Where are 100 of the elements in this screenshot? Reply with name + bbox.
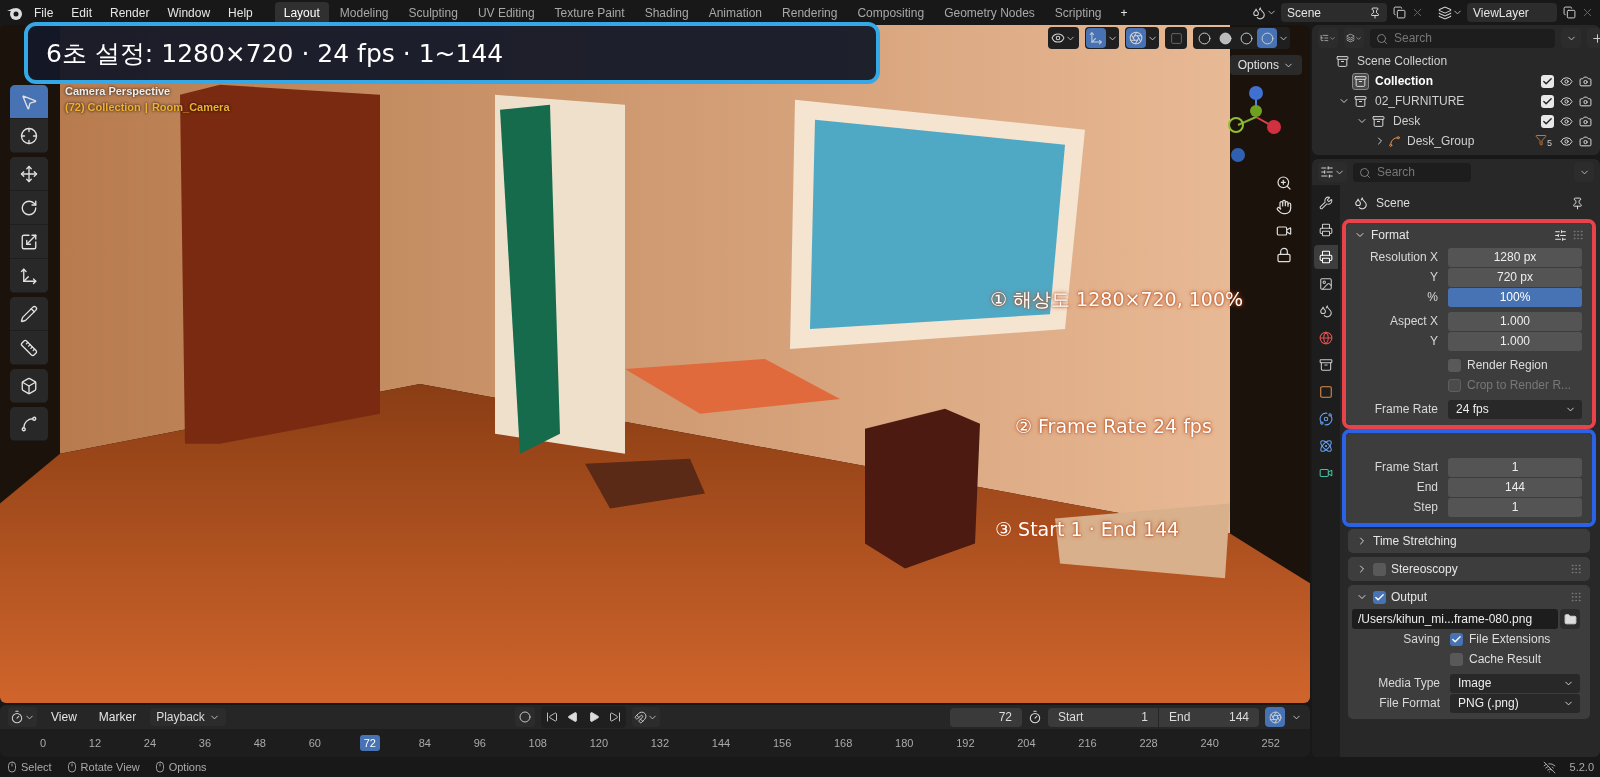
menu-item[interactable]: Render: [102, 2, 158, 23]
outliner-item-name: Scene Collection: [1357, 54, 1449, 68]
menu-item[interactable]: File: [26, 2, 62, 23]
layers-icon: [1346, 31, 1355, 45]
caption-banner: 6초 설정: 1280×720 · 24 fps · 1~144: [24, 22, 880, 84]
checkmark-icon: [1451, 633, 1462, 645]
frame-number: 60: [307, 736, 322, 751]
drag-handle-icon: [1572, 229, 1584, 241]
panel-title[interactable]: Output: [1391, 590, 1565, 604]
sphere-icon: [1218, 31, 1232, 45]
add-workspace-button[interactable]: +: [1112, 2, 1136, 23]
slider-field[interactable]: 100%: [1448, 287, 1582, 307]
workspace-tab[interactable]: UV Editing: [468, 1, 544, 24]
checkbox[interactable]: [1450, 632, 1463, 646]
move-tool[interactable]: [10, 157, 48, 191]
workspace-tab[interactable]: Scripting: [1045, 1, 1111, 24]
workspace-tab[interactable]: Animation: [699, 1, 772, 24]
checkbox[interactable]: [1450, 652, 1463, 666]
dropdown[interactable]: 24 fps: [1448, 399, 1582, 419]
scene-icon: [1252, 5, 1266, 20]
checkbox[interactable]: [1373, 562, 1386, 576]
search-field[interactable]: Search: [1353, 162, 1471, 182]
workspace-tab[interactable]: Geometry Nodes: [935, 1, 1044, 24]
number-field[interactable]: 1.000: [1448, 331, 1582, 351]
copy-icon: [1562, 6, 1576, 19]
scale-icon: [20, 232, 38, 251]
number-field[interactable]: 1: [1448, 497, 1582, 517]
outliner-row[interactable]: Desk: [1312, 111, 1600, 131]
timeline-overlay-button[interactable]: [1265, 707, 1285, 727]
number-field[interactable]: 1: [1448, 457, 1582, 477]
field-label: Y: [1429, 270, 1438, 284]
outliner-row[interactable]: Scene Collection: [1312, 51, 1600, 71]
visibility-eye-icon: [1560, 94, 1573, 108]
mouse-icon: [65, 761, 78, 773]
world-icon: [1319, 331, 1333, 345]
exclude-checkbox[interactable]: [1541, 94, 1554, 108]
annotate-tool[interactable]: [10, 297, 48, 331]
path-field[interactable]: /Users/kihun_mi...frame-080.png: [1352, 609, 1558, 629]
end-frame-field[interactable]: End 144: [1159, 707, 1259, 727]
snap-button[interactable]: [632, 707, 661, 727]
frame-number: 96: [472, 736, 487, 751]
number-field[interactable]: 720 px: [1448, 267, 1582, 287]
menu-item[interactable]: Edit: [63, 2, 101, 23]
playback-dropdown[interactable]: Playback: [150, 708, 226, 726]
checkmark-icon: [1542, 75, 1553, 87]
outliner-row[interactable]: Desk_Group 5: [1312, 131, 1600, 151]
checkbox[interactable]: [1448, 358, 1461, 372]
workspace-tab[interactable]: Texture Paint: [545, 1, 634, 24]
field-label: File Format: [1378, 696, 1440, 710]
play-reverse-icon: [567, 711, 580, 723]
menu-item[interactable]: Marker: [90, 707, 145, 727]
number-field[interactable]: 1280 px: [1448, 247, 1582, 267]
number-field[interactable]: 1.000: [1448, 311, 1582, 331]
outliner-item-name: 02_FURNITURE: [1375, 94, 1466, 108]
display-mode-button[interactable]: [1318, 28, 1338, 48]
exclude-checkbox[interactable]: [1541, 74, 1554, 88]
panel-title[interactable]: Time Stretching: [1373, 534, 1582, 548]
menu-item[interactable]: Window: [159, 2, 219, 23]
shading-mode-button[interactable]: [1257, 28, 1277, 48]
folder-button[interactable]: [1560, 609, 1580, 629]
keying-button[interactable]: [515, 707, 536, 727]
current-frame-field[interactable]: 72: [950, 707, 1022, 727]
dropdown[interactable]: PNG (.png): [1450, 693, 1580, 713]
number-field[interactable]: 144: [1448, 477, 1582, 497]
scene-selector[interactable]: Scene: [1281, 3, 1387, 22]
presets-icon: [1554, 228, 1567, 242]
context-name: Scene: [1376, 196, 1412, 210]
editor-type-button[interactable]: [1318, 162, 1347, 182]
select-box-tool[interactable]: [10, 85, 48, 119]
outliner-row[interactable]: 02_FURNITURE: [1312, 91, 1600, 111]
frame-number: 72: [359, 735, 380, 751]
exclude-checkbox[interactable]: [1541, 114, 1554, 128]
editor-type-button[interactable]: [8, 707, 37, 727]
outliner-row[interactable]: Collection: [1312, 71, 1600, 91]
options-button[interactable]: Options: [1229, 55, 1302, 75]
overlay-toggle-button[interactable]: [1126, 28, 1146, 48]
view-layer-selector[interactable]: ViewLayer: [1467, 3, 1557, 22]
workspace-tab[interactable]: Shading: [635, 1, 698, 24]
field-label: Saving: [1402, 632, 1440, 646]
menu-item[interactable]: Help: [220, 2, 261, 23]
visibility-eye-icon: [1560, 114, 1573, 128]
search-field[interactable]: Search: [1370, 28, 1555, 48]
start-frame-field[interactable]: Start 1: [1048, 707, 1158, 727]
dropdown[interactable]: Image: [1450, 673, 1580, 693]
workspace-tab[interactable]: Modeling: [330, 1, 398, 24]
panel-title[interactable]: Stereoscopy: [1391, 562, 1565, 576]
annotation: ② Frame Rate 24 fps: [1015, 415, 1212, 437]
menu-item[interactable]: View: [43, 707, 85, 727]
workspace-tab[interactable]: Layout: [274, 1, 329, 24]
transform-icon: [20, 266, 38, 285]
panel-title[interactable]: Format: [1371, 228, 1549, 242]
workspace-tab[interactable]: Sculpting: [399, 1, 467, 24]
frame-number: 48: [252, 736, 267, 751]
checkbox[interactable]: [1373, 590, 1386, 604]
gizmo-toggle-button[interactable]: [1086, 28, 1106, 48]
view-layer-button[interactable]: [1344, 28, 1364, 48]
workspace-tab[interactable]: Rendering: [773, 1, 847, 24]
workspace-tab[interactable]: Compositing: [848, 1, 934, 24]
output-tab[interactable]: [1314, 245, 1338, 269]
field-label: Frame Rate: [1373, 402, 1438, 416]
